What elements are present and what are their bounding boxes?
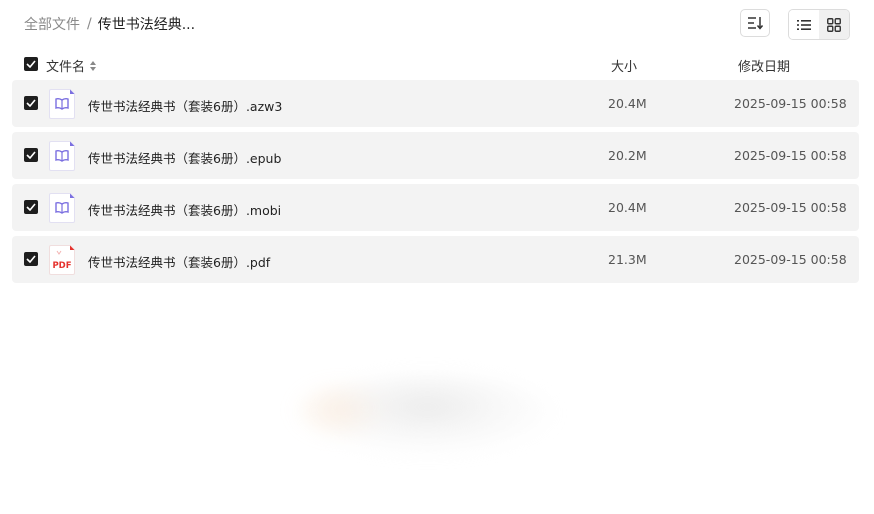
breadcrumb-separator: /: [87, 16, 92, 32]
file-row[interactable]: PDF 传世书法经典书（套装6册）.pdf 21.3M 2025-09-15 0…: [12, 236, 859, 283]
file-row[interactable]: 传世书法经典书（套装6册）.azw3 20.4M 2025-09-15 00:5…: [12, 80, 859, 127]
row-checkbox[interactable]: [24, 96, 38, 110]
ebook-icon: [49, 89, 75, 119]
breadcrumb-current: 传世书法经典...: [97, 17, 196, 33]
file-size: 20.4M: [608, 200, 647, 215]
sort-button[interactable]: [740, 9, 770, 37]
checkmark-icon: [26, 151, 36, 159]
checkmark-icon: [26, 60, 36, 68]
row-checkbox[interactable]: [24, 200, 38, 214]
file-name[interactable]: 传世书法经典书（套装6册）.azw3: [88, 96, 282, 115]
breadcrumb-root-link[interactable]: 全部文件: [24, 14, 80, 34]
sort-toggle-icon: [90, 60, 97, 71]
file-list-header: 文件名 大小 修改日期: [0, 52, 874, 76]
column-header-date[interactable]: 修改日期: [738, 56, 790, 75]
row-checkbox[interactable]: [24, 252, 38, 266]
list-view-button[interactable]: [789, 10, 819, 39]
grid-view-icon: [827, 17, 841, 32]
view-toggle: [788, 9, 850, 40]
breadcrumb: 全部文件 / 传世书法经典...: [24, 14, 195, 34]
file-row[interactable]: 传世书法经典书（套装6册）.epub 20.2M 2025-09-15 00:5…: [12, 132, 859, 179]
file-modified-date: 2025-09-15 00:58: [734, 96, 847, 111]
file-size: 20.4M: [608, 96, 647, 111]
pdf-icon-label: PDF: [52, 261, 71, 271]
ebook-icon: [49, 141, 75, 171]
file-modified-date: 2025-09-15 00:58: [734, 252, 847, 267]
grid-view-button[interactable]: [819, 10, 849, 39]
row-checkbox[interactable]: [24, 148, 38, 162]
background-blur-decoration: [300, 375, 555, 455]
file-name[interactable]: 传世书法经典书（套装6册）.epub: [88, 148, 281, 167]
checkmark-icon: [26, 99, 36, 107]
select-all-checkbox[interactable]: [24, 57, 38, 71]
file-browser: 全部文件 / 传世书法经典... 文件名 大小 修改日期 传世书法经典书（套装6…: [0, 0, 874, 514]
checkmark-icon: [26, 203, 36, 211]
ebook-icon: [49, 193, 75, 223]
sort-icon: [748, 17, 763, 30]
column-header-name[interactable]: 文件名: [46, 56, 97, 75]
file-name[interactable]: 传世书法经典书（套装6册）.mobi: [88, 200, 281, 219]
file-modified-date: 2025-09-15 00:58: [734, 200, 847, 215]
file-list: 传世书法经典书（套装6册）.azw3 20.4M 2025-09-15 00:5…: [12, 80, 859, 288]
file-modified-date: 2025-09-15 00:58: [734, 148, 847, 163]
file-size: 21.3M: [608, 252, 647, 267]
file-size: 20.2M: [608, 148, 647, 163]
list-view-icon: [797, 19, 811, 30]
column-header-name-label: 文件名: [46, 60, 86, 75]
file-row[interactable]: 传世书法经典书（套装6册）.mobi 20.4M 2025-09-15 00:5…: [12, 184, 859, 231]
column-header-size[interactable]: 大小: [611, 56, 637, 75]
pdf-icon: PDF: [49, 245, 75, 275]
file-name[interactable]: 传世书法经典书（套装6册）.pdf: [88, 252, 270, 271]
checkmark-icon: [26, 255, 36, 263]
